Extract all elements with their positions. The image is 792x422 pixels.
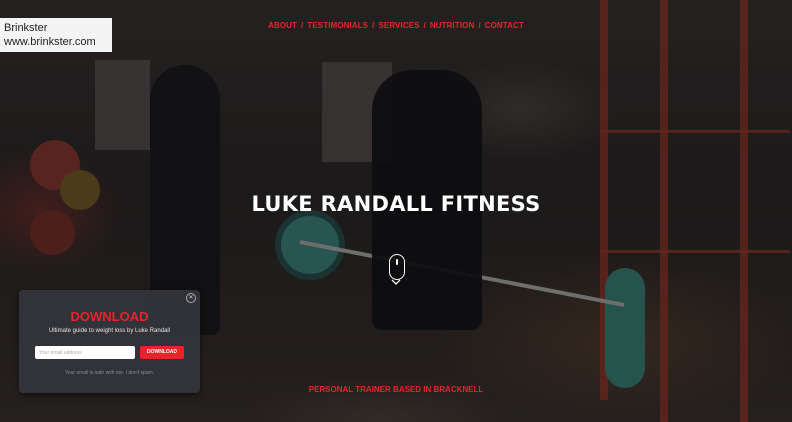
email-field[interactable] — [35, 346, 135, 359]
main-nav: ABOUT / TESTIMONIALS / SERVICES / NUTRITION / CO… — [0, 21, 792, 30]
nav-testimonials[interactable]: TESTIMONIALS — [307, 21, 368, 30]
chevron-down-icon[interactable] — [391, 277, 401, 287]
nav-separator: / — [423, 21, 426, 30]
download-button[interactable]: DOWNLOAD — [140, 346, 184, 359]
nav-separator: / — [478, 21, 481, 30]
watermark-url: www.brinkster.com — [4, 36, 96, 48]
nav-nutrition[interactable]: NUTRITION — [430, 21, 474, 30]
nav-about[interactable]: ABOUT — [268, 21, 297, 30]
popup-heading: DOWNLOAD — [70, 309, 149, 324]
close-icon[interactable]: ✕ — [186, 293, 196, 303]
download-popup: ✕ DOWNLOAD Ultimate guide to weight loss… — [19, 290, 200, 393]
privacy-note: Your email is safe with me. I don't spam… — [64, 370, 155, 376]
popup-subtitle: Ultimate guide to weight loss by Luke Ra… — [48, 328, 171, 334]
nav-separator: / — [372, 21, 375, 30]
nav-contact[interactable]: CONTACT — [485, 21, 524, 30]
page-title: LUKE RANDALL FITNESS — [251, 192, 541, 216]
nav-separator: / — [301, 21, 304, 30]
mouse-wheel — [396, 259, 398, 265]
nav-services[interactable]: SERVICES — [378, 21, 419, 30]
